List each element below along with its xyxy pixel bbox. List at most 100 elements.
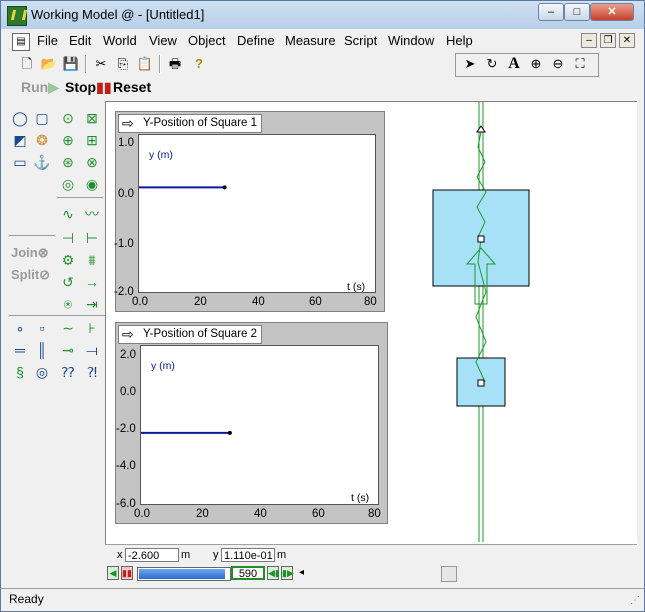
meter-1-title[interactable]: ⇨ Y-Position of Square 1	[118, 114, 263, 133]
print-icon[interactable]: 🖶	[165, 54, 185, 74]
gear-icon[interactable]: ⚙	[59, 251, 77, 269]
run-button[interactable]: Run▶	[21, 79, 59, 96]
zoom-fit-icon[interactable]: ⛶	[570, 54, 590, 74]
menu-view[interactable]: View	[149, 33, 177, 48]
horizontal-scroll-thumb[interactable]	[441, 566, 457, 582]
y-coord-field[interactable]: 1.110e-01	[221, 548, 275, 562]
rewind-icon[interactable]: ◀	[107, 566, 119, 580]
menu-world[interactable]: World	[103, 33, 137, 48]
menu-file[interactable]: File	[37, 33, 58, 48]
tape-track[interactable]	[137, 567, 231, 581]
meter-2[interactable]: ⇨ Y-Position of Square 2 y (m) t (s) 2.0…	[115, 322, 388, 524]
square-tool-icon[interactable]: ▢	[33, 109, 51, 127]
join-button[interactable]: Join⊗	[11, 245, 49, 261]
square-2-point[interactable]	[477, 379, 485, 387]
square-element-icon[interactable]: ▫	[33, 319, 51, 337]
zoom-out-icon[interactable]: ⊖	[548, 54, 568, 74]
resize-grip-icon[interactable]: ⋰	[630, 595, 640, 606]
split-button[interactable]: Split⊘	[11, 267, 50, 283]
vertical-slot-icon[interactable]: ║	[33, 341, 51, 359]
scroll-left-icon[interactable]: ◂	[299, 567, 309, 579]
curve-slot-icon[interactable]: ∼	[59, 319, 77, 337]
cut-icon[interactable]: ✂	[91, 54, 111, 74]
menu-define[interactable]: Define	[237, 33, 275, 48]
meter-2-plot[interactable]: y (m) t (s)	[140, 345, 379, 505]
save-icon[interactable]: 💾	[61, 54, 81, 74]
linear-actuator-icon[interactable]: ⇥	[83, 295, 101, 313]
arrow-right-icon: ⇨	[122, 326, 134, 342]
curved-slot-icon[interactable]: §	[11, 363, 29, 381]
simulation-scene[interactable]	[406, 102, 626, 542]
step-back-icon[interactable]: ◀▮	[267, 566, 280, 580]
close-button[interactable]: ✕	[590, 3, 634, 21]
torque-icon[interactable]: ↺	[59, 273, 77, 291]
curved-body-icon[interactable]: ❂	[33, 131, 51, 149]
line-slot-icon[interactable]: ⟞	[83, 341, 101, 359]
square-1-point[interactable]	[477, 235, 485, 243]
stop-label: Stop	[65, 79, 97, 95]
rod-icon[interactable]: ⊢	[83, 229, 101, 247]
query-force-icon[interactable]: ⁈	[83, 363, 101, 381]
menu-edit[interactable]: Edit	[69, 33, 91, 48]
reset-button[interactable]: Reset	[113, 79, 151, 95]
new-file-icon[interactable]: 🗋	[17, 54, 37, 74]
pointer-tool-icon[interactable]: ➤	[460, 54, 480, 74]
mdi-close-button[interactable]: ✕	[619, 33, 635, 48]
point-tool-icon[interactable]: ⊙	[59, 109, 77, 127]
spring-icon[interactable]: 〰	[83, 205, 101, 223]
actuator-icon[interactable]: ◉	[83, 175, 101, 193]
horizontal-slot-icon[interactable]: ═	[11, 341, 29, 359]
force-icon[interactable]: →	[83, 273, 101, 291]
query-tool-icon[interactable]: ⁇	[59, 363, 77, 381]
x-coord-field[interactable]: -2.600	[125, 548, 179, 562]
damper-icon[interactable]: ⊣	[59, 229, 77, 247]
point-element-icon[interactable]: ∘	[11, 319, 29, 337]
maximize-button[interactable]: □	[564, 3, 590, 21]
rope-icon[interactable]: ∿	[59, 205, 77, 223]
rectangle-tool-icon[interactable]: ▭	[11, 153, 29, 171]
text-tool-icon[interactable]: A	[504, 54, 524, 74]
meter-1-plot[interactable]: y (m) t (s)	[138, 134, 376, 293]
menu-script[interactable]: Script	[344, 33, 377, 48]
pin-slot-icon[interactable]: ⊸	[59, 341, 77, 359]
separator-icon[interactable]: ⩩	[83, 251, 101, 269]
rotate-tool-icon[interactable]: ↻	[482, 54, 502, 74]
pause-icon[interactable]: ▮▮	[121, 566, 133, 580]
mdi-restore-button[interactable]: ❐	[600, 33, 616, 48]
rigid-joint-icon[interactable]: ⊞	[83, 131, 101, 149]
meter-1[interactable]: ⇨ Y-Position of Square 1 y (m) t (s) 1.0…	[114, 111, 385, 312]
title-bar[interactable]: Working Model @ - [Untitled1] – □ ✕	[1, 1, 644, 29]
meter-2-title[interactable]: ⇨ Y-Position of Square 2	[118, 325, 263, 344]
meter-2-ylabel: y (m)	[151, 360, 175, 372]
vertical-scrollbar[interactable]	[637, 101, 644, 543]
palette-divider	[9, 235, 55, 236]
stop-button[interactable]: Stop▮▮	[65, 79, 112, 96]
circle-tool-icon[interactable]: ◯	[11, 109, 29, 127]
slot-joint-icon[interactable]: ⊛	[59, 153, 77, 171]
menu-window[interactable]: Window	[388, 33, 434, 48]
copy-icon[interactable]: ⎘	[113, 54, 133, 74]
slot-element-icon[interactable]: ⊦	[83, 319, 101, 337]
curved-point-icon[interactable]: ◎	[33, 363, 51, 381]
menu-help[interactable]: Help	[446, 33, 473, 48]
help-icon[interactable]: ?	[189, 54, 209, 74]
minimize-button[interactable]: –	[538, 3, 564, 21]
anchor-icon[interactable]: ⚓	[33, 153, 51, 171]
series-endpoint	[222, 185, 227, 190]
frame-counter[interactable]: 590	[231, 566, 265, 580]
menu-object[interactable]: Object	[188, 33, 226, 48]
motor-body-icon[interactable]: ⍟	[59, 295, 77, 313]
zoom-in-icon[interactable]: ⊕	[526, 54, 546, 74]
doc-icon[interactable]: ▤	[12, 33, 30, 51]
square-point-icon[interactable]: ⊠	[83, 109, 101, 127]
workspace-canvas[interactable]: ⇨ Y-Position of Square 1 y (m) t (s) 1.0…	[105, 101, 638, 544]
polygon-tool-icon[interactable]: ◩	[11, 131, 29, 149]
mdi-minimize-button[interactable]: –	[581, 33, 597, 48]
motor-icon[interactable]: ◎	[59, 175, 77, 193]
open-folder-icon[interactable]: 📂	[39, 54, 59, 74]
step-forward-icon[interactable]: ▮▶	[281, 566, 294, 580]
menu-measure[interactable]: Measure	[285, 33, 336, 48]
paste-icon[interactable]: 📋	[135, 54, 155, 74]
keyed-slot-icon[interactable]: ⊗	[83, 153, 101, 171]
pin-joint-icon[interactable]: ⊕	[59, 131, 77, 149]
